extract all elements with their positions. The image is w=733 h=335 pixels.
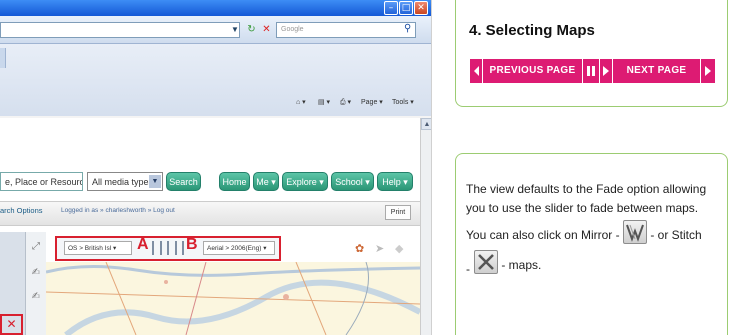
- address-bar: ▼ ↻ ✕ Google ⚲: [0, 16, 431, 44]
- dropdown-arrow-icon[interactable]: ▼: [231, 25, 241, 35]
- address-input[interactable]: [0, 22, 240, 38]
- next-arrow-icon[interactable]: [701, 59, 715, 83]
- refresh-icon[interactable]: ↻: [245, 23, 258, 36]
- search-options-link[interactable]: arch Options: [0, 206, 43, 215]
- print-button[interactable]: Print: [385, 205, 411, 220]
- stitch-icon: ✕: [6, 317, 17, 331]
- bird-icon[interactable]: ✿: [355, 242, 364, 255]
- map-b-marker: B: [186, 236, 198, 253]
- pause-icon[interactable]: [583, 59, 599, 83]
- stitch-tool-highlight[interactable]: ✕: [0, 314, 23, 335]
- fade-description: The view defaults to the Fade option all…: [466, 182, 707, 215]
- stitch-text: - or Stitch: [650, 228, 702, 242]
- guide-header-box: [455, 0, 728, 107]
- map-b-label: Aerial > 2006(Eng): [207, 245, 262, 252]
- site-search-button[interactable]: Search: [166, 172, 201, 191]
- stitch-prefix: -: [466, 262, 470, 276]
- map-a-label: OS > British Isl: [68, 245, 112, 252]
- chevron-down-icon: ▼: [149, 175, 161, 188]
- nav-explore-button[interactable]: Explore ▾: [282, 172, 328, 191]
- search-icon[interactable]: ⚲: [404, 23, 416, 36]
- previous-page-button[interactable]: PREVIOUS PAGE: [483, 59, 582, 83]
- search-input[interactable]: Google: [276, 22, 416, 38]
- nav-home-button[interactable]: Home: [219, 172, 250, 191]
- feeds-icon[interactable]: ▤ ▾: [318, 98, 330, 106]
- next-page-button[interactable]: NEXT PAGE: [613, 59, 700, 83]
- stop-icon[interactable]: ✕: [260, 23, 273, 36]
- scroll-up-icon[interactable]: ▲: [421, 118, 431, 130]
- home-icon[interactable]: ⌂ ▾: [296, 98, 306, 106]
- page-navigation: PREVIOUS PAGE NEXT PAGE: [470, 59, 715, 83]
- browser-screenshot: – □ ✕ ▼ ↻ ✕ Google ⚲ ⌂ ▾ ▤ ▾ ⎙ ▾ Page ▾ …: [0, 0, 432, 335]
- nav-school-button[interactable]: School ▾: [331, 172, 374, 191]
- close-icon[interactable]: ✕: [414, 1, 428, 15]
- hand-tool-icon[interactable]: ✍: [29, 266, 43, 280]
- pointer-tool-icon[interactable]: ✍: [29, 290, 43, 304]
- layer-icon[interactable]: ◆: [395, 242, 403, 255]
- page-menu[interactable]: Page ▾: [361, 98, 383, 106]
- mirror-text: You can also click on Mirror -: [466, 228, 620, 242]
- media-type-select[interactable]: All media types ▼: [87, 172, 163, 191]
- stitch-tool-icon: [474, 250, 498, 274]
- map-svg: [46, 262, 420, 335]
- minimize-icon[interactable]: –: [384, 1, 398, 15]
- maximize-icon[interactable]: □: [399, 1, 413, 15]
- map-image[interactable]: [46, 262, 420, 335]
- map-a-marker: A: [137, 236, 149, 253]
- map-b-select[interactable]: Aerial > 2006(Eng) ▾: [203, 241, 275, 255]
- page-title: 4. Selecting Maps: [469, 22, 595, 39]
- site-search-input[interactable]: e, Place or Resource: [0, 172, 83, 191]
- media-type-label: All media types: [92, 177, 154, 187]
- fullscreen-icon[interactable]: ⤢: [29, 240, 43, 254]
- play-icon[interactable]: [600, 59, 612, 83]
- page-menu-label: Page: [361, 99, 378, 106]
- mirror-stitch-description: You can also click on Mirror - - or Stit…: [466, 220, 724, 280]
- tools-menu[interactable]: Tools ▾: [392, 98, 414, 106]
- print-icon[interactable]: ⎙ ▾: [340, 98, 351, 107]
- logged-in-text[interactable]: Logged in as » charleshworth » Log out: [61, 207, 175, 214]
- prev-arrow-icon[interactable]: [470, 59, 482, 83]
- map-a-select[interactable]: OS > British Isl ▾: [64, 241, 132, 255]
- window-titlebar: – □ ✕: [0, 0, 431, 16]
- maps-text: - maps.: [501, 258, 542, 272]
- nav-help-button[interactable]: Help ▾: [377, 172, 413, 191]
- vertical-scrollbar[interactable]: ▲: [420, 118, 431, 335]
- browser-tab[interactable]: [0, 48, 6, 68]
- nav-me-button[interactable]: Me ▾: [253, 172, 279, 191]
- mirror-icon: [622, 220, 647, 244]
- fade-slider[interactable]: [152, 240, 184, 256]
- arrow-icon[interactable]: ➤: [375, 242, 384, 255]
- tools-menu-label: Tools: [392, 99, 409, 106]
